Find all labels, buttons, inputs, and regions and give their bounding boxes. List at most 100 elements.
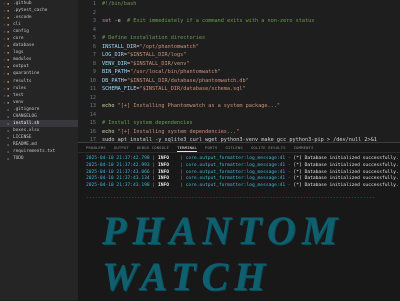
- line-number: 13: [89, 103, 96, 109]
- log-separator: |: [169, 156, 186, 161]
- code-token: # Install system dependencies: [102, 120, 193, 126]
- code-text: SCHEMA_FILE="$INSTALL_DIR/database/schem…: [102, 85, 400, 94]
- code-token: "/opt/phantomwatch": [139, 43, 199, 50]
- sidebar-item[interactable]: ▫ LICENSE: [0, 134, 78, 141]
- line-number: 15: [89, 120, 96, 126]
- sidebar-item-label: .pytest_cache: [13, 8, 48, 14]
- code-token: INSTALL_DIR: [102, 43, 137, 50]
- terminal[interactable]: 2025-04-10 21:37:42.798 | INFO | core.ou…: [78, 153, 400, 301]
- sidebar-item[interactable]: › ▪ output: [0, 63, 78, 70]
- sidebar-item-label: .vscode: [13, 15, 32, 21]
- code-token: "$INSTALL_DIR/database/phantomwatch.db": [127, 77, 249, 84]
- sidebar-item[interactable]: ▫ CHANGELOG: [0, 113, 78, 120]
- panel-tab-problems[interactable]: PROBLEMS: [86, 143, 106, 152]
- code-line: 7 LOG_DIR="$INSTALL_DIR/logs": [78, 51, 400, 60]
- sidebar-item[interactable]: › ▪ results: [0, 78, 78, 85]
- panel-tab-terminal[interactable]: TERMINAL: [177, 143, 198, 152]
- line-number: 6: [92, 43, 96, 50]
- sidebar-item[interactable]: › ▪ .vscode: [0, 14, 78, 21]
- line-number: 12: [89, 94, 96, 101]
- sidebar-item[interactable]: › ▪ rules: [0, 85, 78, 92]
- line-number: 16: [89, 128, 96, 135]
- code-text: VENV_DIR="$INSTALL_DIR/venv": [102, 60, 400, 69]
- code-line: 4: [78, 26, 400, 35]
- code-editor[interactable]: 1 #!/bin/bash 2 3 set -e # Exit immediately …: [78, 0, 400, 142]
- sidebar-item-label: rules: [13, 85, 27, 91]
- line-number: 10: [89, 77, 96, 84]
- line-number: 8: [92, 60, 96, 67]
- line-number: 7: [92, 52, 96, 58]
- code-token: #!/bin/bash: [102, 1, 137, 7]
- sidebar-item[interactable]: › ▪ quarantine: [0, 70, 78, 77]
- explorer-sidebar: › ▪ .github › ▪ .pytest_cache › ▪ .vscode › ▪ cli › ▪…: [0, 0, 78, 300]
- code-text: echo "[+] Installing system dependencies…: [102, 128, 400, 137]
- sidebar-item-label: README.md: [13, 141, 37, 147]
- log-source: core.output_formatter:log_message:41: [185, 156, 286, 161]
- log-separator: -: [285, 169, 294, 175]
- code-token: # Exit immediately if a command exits wi…: [127, 18, 315, 24]
- sidebar-item[interactable]: › ▪ .github: [0, 0, 78, 7]
- sidebar-item[interactable]: ▫ boxes.xlsx: [0, 127, 78, 134]
- code-text: set -e # Exit immediately if a command e…: [102, 17, 400, 26]
- log-level: INFO: [157, 183, 170, 189]
- sidebar-item-label: boxes.xlsx: [13, 127, 40, 133]
- sidebar-item-label: CHANGELOG: [13, 113, 37, 119]
- panel-tab-output[interactable]: OUTPUT: [114, 143, 129, 152]
- code-text: # Install system dependencies: [102, 119, 400, 128]
- code-text: LOG_DIR="$INSTALL_DIR/logs": [102, 51, 400, 60]
- code-token: "/usr/local/bin/phantomwatch": [130, 69, 221, 75]
- sidebar-item-label: database: [13, 43, 35, 49]
- sidebar-item-label: config: [13, 29, 29, 35]
- sidebar-item[interactable]: › ▪ config: [0, 28, 78, 35]
- ascii-banner: PHANTOM WATCH: [102, 208, 400, 301]
- code-line: 6 INSTALL_DIR="/opt/phantomwatch": [78, 43, 400, 52]
- panel-tab-sqlite-results[interactable]: SQLITE RESULTS: [251, 143, 286, 152]
- line-number: 3: [92, 18, 96, 24]
- line-number: 4: [92, 26, 96, 33]
- code-token: -e: [111, 18, 127, 24]
- code-token: VENV_DIR: [102, 60, 127, 67]
- panel-tab-debug-console[interactable]: DEBUG CONSOLE: [137, 143, 169, 152]
- panel-tab-gitlens[interactable]: GITLENS: [225, 143, 242, 152]
- code-token: "$INSTALL_DIR/logs": [127, 52, 187, 58]
- terminal-log-line: 2025-04-10 21:37:42.798 | INFO | core.ou…: [86, 156, 400, 163]
- log-separator: -: [285, 162, 294, 168]
- sidebar-item-label: .github: [13, 1, 32, 6]
- sidebar-item[interactable]: › ▪ .pytest_cache: [0, 7, 78, 14]
- sidebar-item[interactable]: › ▪ cli: [0, 21, 78, 28]
- sidebar-item[interactable]: › ▪ test: [0, 92, 78, 99]
- code-token: set: [102, 18, 112, 24]
- sidebar-item[interactable]: ▫ install.sh: [0, 119, 78, 127]
- sidebar-item[interactable]: › ▪ venv: [0, 99, 78, 106]
- sidebar-item[interactable]: › ▪ database: [0, 42, 78, 49]
- code-token: echo: [102, 103, 115, 109]
- code-line: 15 # Install system dependencies: [78, 119, 400, 128]
- log-separator: |: [149, 162, 158, 168]
- sidebar-item[interactable]: ▫ requirements.txt: [0, 148, 78, 155]
- code-line: 2: [78, 9, 400, 18]
- terminal-log-line: 2025-04-10 21:37:43.198 | INFO | core.ou…: [86, 183, 400, 190]
- sidebar-item[interactable]: › ▪ core: [0, 35, 78, 42]
- sidebar-item-label: core: [13, 36, 24, 42]
- code-text: DB_PATH="$INSTALL_DIR/database/phantomwa…: [102, 77, 400, 86]
- sidebar-item[interactable]: ▫ .gitignore: [0, 106, 78, 113]
- code-token: "[+] Installing Phantomwatch as a system…: [117, 103, 281, 109]
- line-number: 5: [92, 35, 96, 41]
- sidebar-item[interactable]: ▫ TODO: [0, 155, 78, 162]
- sidebar-item[interactable]: › ▪ logs: [0, 49, 78, 56]
- sidebar-item-label: modules: [13, 57, 32, 63]
- panel-tab-ports[interactable]: PORTS: [205, 143, 217, 152]
- log-separator: -: [285, 176, 294, 182]
- code-token: LOG_DIR: [102, 52, 124, 58]
- log-separator: -: [285, 183, 294, 189]
- sidebar-item[interactable]: ▫ README.md: [0, 141, 78, 148]
- sidebar-item[interactable]: › ▪ modules: [0, 56, 78, 63]
- code-token: "$INSTALL_DIR/venv": [130, 60, 190, 67]
- panel-tab-comments[interactable]: COMMENTS: [294, 143, 314, 152]
- code-line: 8 VENV_DIR="$INSTALL_DIR/venv": [78, 60, 400, 69]
- terminal-divider: ----------------------------------------…: [86, 194, 375, 201]
- log-message: [*] Database initialized successfully.: [293, 183, 399, 189]
- line-number: 1: [92, 1, 96, 7]
